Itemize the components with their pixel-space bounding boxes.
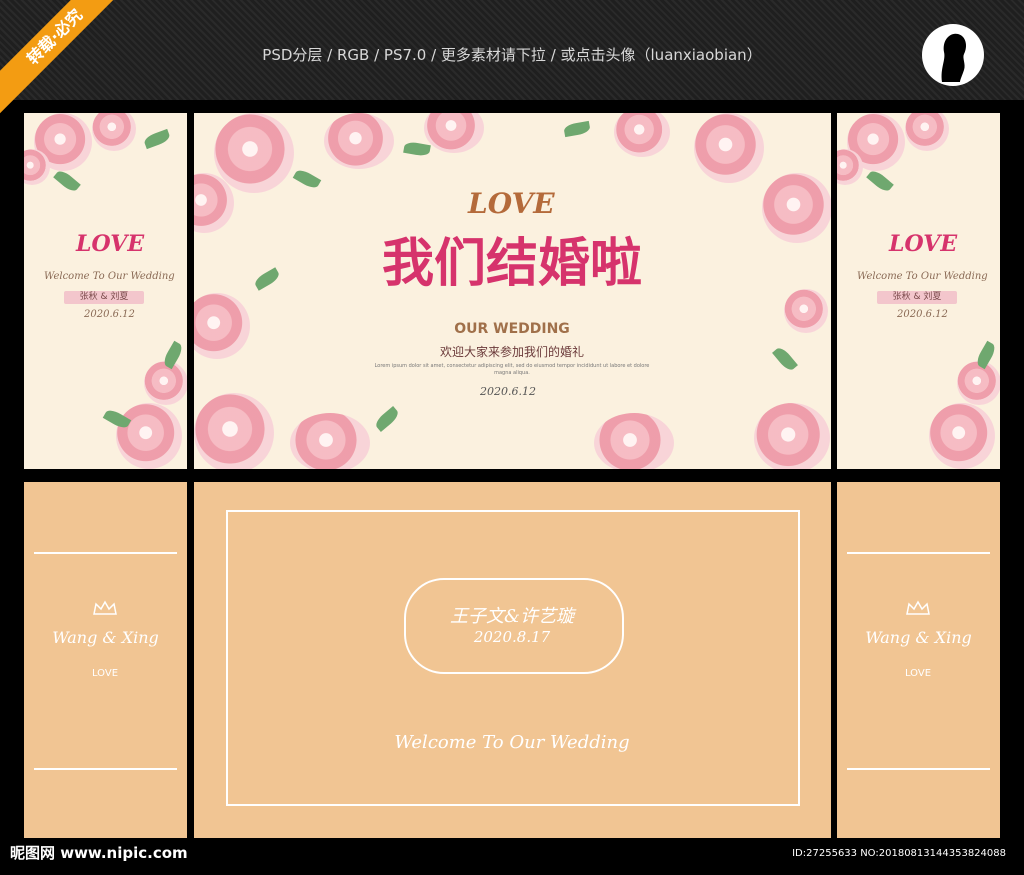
top-center-panel: LOVE 我们结婚啦 OUR WEDDING 欢迎大家来参加我们的婚礼 Lore… <box>194 113 831 469</box>
leaf-icon <box>142 128 172 150</box>
names-script: Wang & Xing <box>52 628 159 647</box>
leaf-icon <box>53 168 81 194</box>
rose-icon <box>194 293 250 359</box>
couple-names: 王子文&许艺璇 <box>449 606 575 627</box>
love-text: LOVE <box>889 231 958 257</box>
names-script: Wang & Xing <box>865 628 972 647</box>
bottom-right-panel: Wang & Xing LOVE <box>837 482 1000 838</box>
rose-icon <box>754 403 830 469</box>
love-text: LOVE <box>91 668 119 679</box>
rose-icon <box>694 113 764 183</box>
leaf-icon <box>772 345 798 373</box>
rose-icon <box>905 113 949 151</box>
leaf-icon <box>252 267 282 291</box>
date-text: 2020.6.12 <box>84 309 135 320</box>
rose-icon <box>214 113 294 193</box>
main-title: 我们结婚啦 <box>381 233 642 294</box>
welcome-text: Welcome To Our Wedding <box>857 271 988 282</box>
rose-icon <box>290 413 370 469</box>
love-text: LOVE <box>76 231 145 257</box>
leaf-icon <box>974 340 998 370</box>
leaf-icon <box>161 340 185 370</box>
header-info: PSD分层 / RGB / PS7.0 / 更多素材请下拉 / 或点击头像（lu… <box>262 46 762 64</box>
names-tag: 张秋 & 刘夏 <box>877 291 957 304</box>
leaf-icon <box>292 167 322 191</box>
welcome-script: Welcome To Our Wedding <box>394 732 630 753</box>
rose-icon <box>614 113 670 157</box>
bottom-center-panel: 王子文&许艺璇 2020.8.17 Welcome To Our Wedding <box>194 482 831 838</box>
lorem-text: Lorem ipsum dolor sit amet, consectetur … <box>374 363 650 376</box>
rose-icon <box>116 403 182 469</box>
rose-icon <box>194 393 274 469</box>
rose-icon <box>324 113 394 169</box>
crown-icon <box>92 600 118 616</box>
wedding-date: 2020.8.17 <box>473 628 551 646</box>
top-left-panel: LOVE Welcome To Our Wedding 张秋 & 刘夏 2020… <box>24 113 187 469</box>
ornament-divider <box>34 768 177 770</box>
welcome-chinese: 欢迎大家来参加我们的婚礼 <box>439 345 584 359</box>
date-text: 2020.6.12 <box>897 309 948 320</box>
rose-icon <box>424 113 484 153</box>
love-heading: LOVE <box>468 187 555 220</box>
bottom-left-panel: Wang & Xing LOVE <box>24 482 187 838</box>
ornament-divider <box>34 552 177 554</box>
love-text: LOVE <box>904 668 932 679</box>
image-id: ID:27255633 NO:20180813144353824088 <box>792 848 1006 859</box>
header-bar: 转载·必究 PSD分层 / RGB / PS7.0 / 更多素材请下拉 / 或点… <box>0 0 1024 115</box>
welcome-text: Welcome To Our Wedding <box>44 271 175 282</box>
leaf-icon <box>866 168 894 194</box>
leaf-icon <box>563 120 591 138</box>
site-logo[interactable]: 昵图网 www.nipic.com <box>10 842 188 863</box>
author-avatar-icon[interactable] <box>922 24 984 86</box>
rose-icon <box>957 361 1000 405</box>
rose-icon <box>144 361 187 405</box>
rose-icon <box>929 403 995 469</box>
rose-icon <box>762 173 831 243</box>
names-tag: 张秋 & 刘夏 <box>64 291 144 304</box>
rose-icon <box>594 413 674 469</box>
rose-icon <box>784 289 828 333</box>
date-text: 2020.6.12 <box>480 385 536 398</box>
ornament-divider <box>847 768 990 770</box>
rose-icon <box>92 113 136 151</box>
leaf-icon <box>373 406 401 432</box>
subtitle: OUR WEDDING <box>454 321 570 337</box>
leaf-icon <box>403 140 431 158</box>
crown-icon <box>905 600 931 616</box>
top-right-panel: LOVE Welcome To Our Wedding 张秋 & 刘夏 2020… <box>837 113 1000 469</box>
ornament-divider <box>847 552 990 554</box>
